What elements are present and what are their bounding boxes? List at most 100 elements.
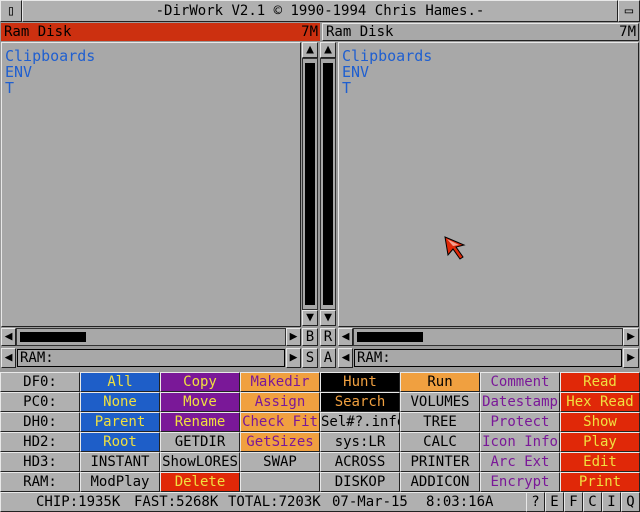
instant-button[interactable]: INSTANT: [80, 452, 160, 472]
sel-info-button[interactable]: Sel#?.info: [320, 412, 400, 432]
copy-button[interactable]: Copy: [160, 372, 240, 392]
left-scroll-left-icon[interactable]: ◀: [1, 328, 16, 346]
device-hd3-button[interactable]: HD3:: [0, 452, 80, 472]
file-item[interactable]: ENV: [2, 64, 300, 80]
device-ram-button[interactable]: RAM:: [0, 472, 80, 492]
left-scroll-right-icon[interactable]: ▶: [286, 328, 301, 346]
status-gadget-c[interactable]: C: [583, 492, 602, 512]
right-pane-header[interactable]: Ram Disk 7M: [322, 23, 639, 41]
file-item[interactable]: ENV: [339, 64, 638, 80]
root-button[interactable]: Root: [80, 432, 160, 452]
right-vscroll-knob[interactable]: [323, 63, 333, 305]
left-path-back-icon[interactable]: ◀: [1, 348, 16, 368]
device-dh0-button[interactable]: DH0:: [0, 412, 80, 432]
volumes-button[interactable]: VOLUMES: [400, 392, 480, 412]
addicon-button[interactable]: ADDICON: [400, 472, 480, 492]
left-file-list[interactable]: Clipboards ENV T: [1, 42, 301, 327]
arc-ext-button[interactable]: Arc Ext: [480, 452, 560, 472]
right-scroll-left-icon[interactable]: ◀: [338, 328, 353, 346]
none-button[interactable]: None: [80, 392, 160, 412]
close-gadget-icon[interactable]: ▯: [0, 0, 22, 22]
assign-button[interactable]: Assign: [240, 392, 320, 412]
right-path-back-icon[interactable]: ◀: [338, 348, 353, 368]
status-gadget-help[interactable]: ?: [526, 492, 545, 512]
print-button[interactable]: Print: [560, 472, 640, 492]
left-volume-name: Ram Disk: [4, 24, 72, 40]
right-vscroll-track[interactable]: [320, 58, 336, 310]
buffer-a-button[interactable]: A: [320, 348, 336, 368]
left-vscroll-track[interactable]: [302, 58, 318, 310]
datestamp-button[interactable]: Datestamp: [480, 392, 560, 412]
right-hscroll-track[interactable]: [353, 328, 623, 346]
search-button[interactable]: Search: [320, 392, 400, 412]
tree-button[interactable]: TREE: [400, 412, 480, 432]
play-button[interactable]: Play: [560, 432, 640, 452]
comment-button[interactable]: Comment: [480, 372, 560, 392]
right-path-forward-icon[interactable]: ▶: [623, 348, 639, 368]
showlores-button[interactable]: ShowLORES: [160, 452, 240, 472]
right-scroll-right-icon[interactable]: ▶: [623, 328, 639, 346]
left-pane-header[interactable]: Ram Disk 7M: [1, 23, 320, 41]
blank-button[interactable]: [240, 472, 320, 492]
swap-button[interactable]: SWAP: [240, 452, 320, 472]
makedir-button[interactable]: Makedir: [240, 372, 320, 392]
status-gadget-i[interactable]: I: [602, 492, 621, 512]
device-hd2-button[interactable]: HD2:: [0, 432, 80, 452]
show-button[interactable]: Show: [560, 412, 640, 432]
right-scroll-down-icon[interactable]: ▼: [320, 310, 336, 326]
device-df0-button[interactable]: DF0:: [0, 372, 80, 392]
file-item[interactable]: Clipboards: [339, 48, 638, 64]
fast-memory: FAST:5268K: [134, 494, 219, 510]
left-hscroll-track[interactable]: [16, 328, 286, 346]
delete-button[interactable]: Delete: [160, 472, 240, 492]
left-path-forward-icon[interactable]: ▶: [286, 348, 301, 368]
getdir-button[interactable]: GETDIR: [160, 432, 240, 452]
file-item[interactable]: T: [339, 80, 638, 96]
right-file-list[interactable]: Clipboards ENV T: [338, 42, 639, 327]
getsizes-button[interactable]: GetSizes: [240, 432, 320, 452]
time-display: 8:03:16A: [426, 494, 494, 510]
right-path-field[interactable]: RAM:: [354, 349, 622, 367]
file-item[interactable]: Clipboards: [2, 48, 300, 64]
sys-lr-button[interactable]: sys:LR: [320, 432, 400, 452]
mouse-pointer-icon: [444, 236, 466, 260]
protect-button[interactable]: Protect: [480, 412, 560, 432]
right-scroll-up-icon[interactable]: ▲: [320, 42, 336, 58]
run-button[interactable]: Run: [400, 372, 480, 392]
check-fit-button[interactable]: Check Fit: [240, 412, 320, 432]
printer-button[interactable]: PRINTER: [400, 452, 480, 472]
depth-gadget-icon[interactable]: ▭: [618, 0, 640, 22]
read-button[interactable]: Read: [560, 372, 640, 392]
all-button[interactable]: All: [80, 372, 160, 392]
device-pc0-button[interactable]: PC0:: [0, 392, 80, 412]
parent-button[interactable]: Parent: [80, 412, 160, 432]
modplay-button[interactable]: ModPlay: [80, 472, 160, 492]
across-button[interactable]: ACROSS: [320, 452, 400, 472]
button-bank: DF0: All Copy Makedir Hunt Run Comment Read PC0:…: [0, 372, 640, 492]
calc-button[interactable]: CALC: [400, 432, 480, 452]
edit-button[interactable]: Edit: [560, 452, 640, 472]
left-volume-size: 7M: [301, 24, 318, 40]
left-vscroll-knob[interactable]: [305, 63, 315, 305]
move-button[interactable]: Move: [160, 392, 240, 412]
left-hscroll-knob[interactable]: [20, 332, 86, 342]
hunt-button[interactable]: Hunt: [320, 372, 400, 392]
status-gadget-f[interactable]: F: [564, 492, 583, 512]
status-gadget-e[interactable]: E: [545, 492, 564, 512]
hex-read-button[interactable]: Hex Read: [560, 392, 640, 412]
diskop-button[interactable]: DISKOP: [320, 472, 400, 492]
right-hscroll-knob[interactable]: [357, 332, 423, 342]
status-gadget-q[interactable]: Q: [621, 492, 640, 512]
left-path-field[interactable]: RAM:: [17, 349, 285, 367]
buffer-b-button[interactable]: B: [302, 328, 318, 346]
file-item[interactable]: T: [2, 80, 300, 96]
status-gadgets: ? E F C I Q: [526, 492, 640, 512]
right-volume-size: 7M: [619, 24, 636, 40]
rename-button[interactable]: Rename: [160, 412, 240, 432]
buffer-s-button[interactable]: S: [302, 348, 318, 368]
buffer-r-button[interactable]: R: [320, 328, 336, 346]
icon-info-button[interactable]: Icon Info: [480, 432, 560, 452]
encrypt-button[interactable]: Encrypt: [480, 472, 560, 492]
left-scroll-down-icon[interactable]: ▼: [302, 310, 318, 326]
left-scroll-up-icon[interactable]: ▲: [302, 42, 318, 58]
